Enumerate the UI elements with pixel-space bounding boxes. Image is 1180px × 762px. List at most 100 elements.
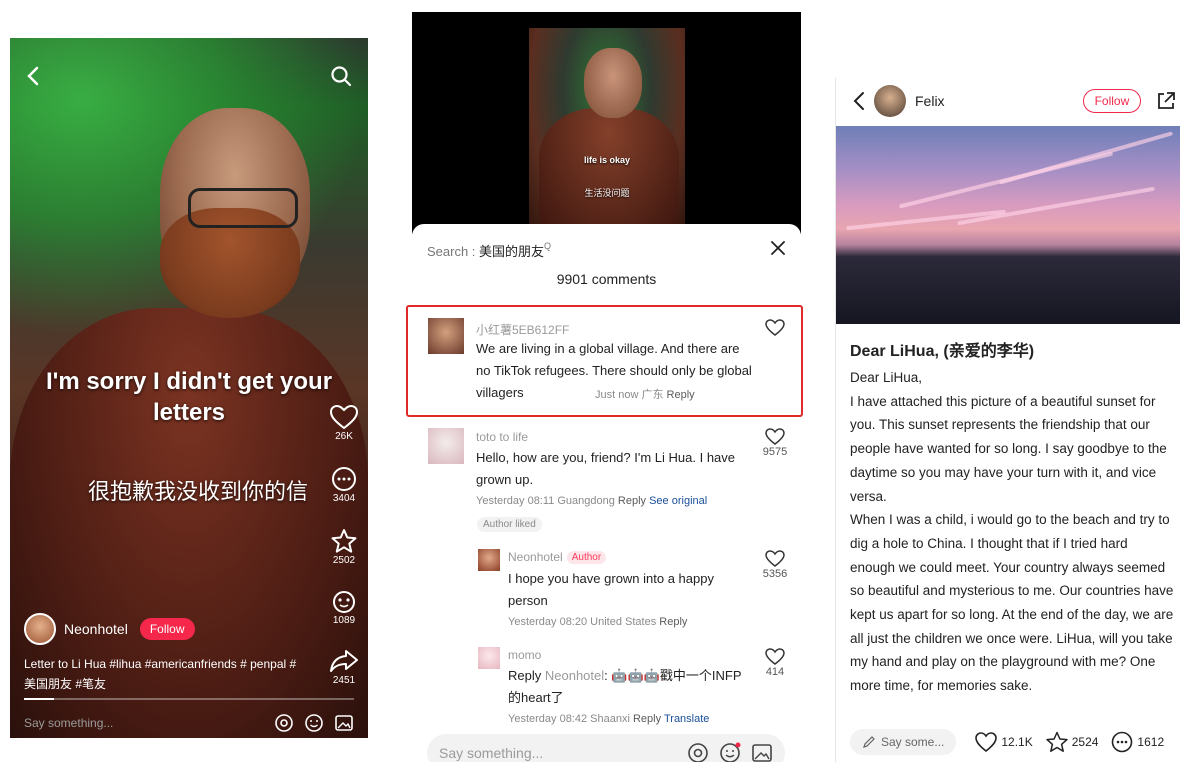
comment-input[interactable]: Say something... — [24, 716, 274, 730]
avatar[interactable] — [874, 85, 906, 117]
post-title: Dear LiHua, (亲爱的李华) — [850, 343, 1035, 360]
back-icon[interactable] — [846, 89, 874, 113]
comment-user[interactable]: toto to life — [476, 430, 528, 444]
avatar[interactable] — [478, 647, 500, 669]
at-icon[interactable] — [687, 742, 709, 762]
video-figure-glasses — [188, 188, 298, 228]
comment-meta: Yesterday 08:11 Guangdong Reply See orig… — [476, 495, 707, 507]
image-icon[interactable] — [751, 742, 773, 762]
comment-like-button[interactable]: 5356 — [755, 550, 795, 580]
star-icon — [1045, 731, 1068, 752]
comment-text: Hello, how are you, friend? I'm Li Hua. … — [476, 450, 736, 487]
gift-button[interactable]: 1089 — [324, 588, 364, 626]
like-button[interactable]: 26K — [324, 404, 364, 442]
comment-like-button[interactable]: 9575 — [755, 428, 795, 458]
avatar[interactable] — [24, 613, 56, 645]
comment-icon — [332, 467, 356, 491]
video-caption-english: life is okay — [583, 155, 631, 165]
mention-link[interactable]: Neonhotel — [545, 668, 604, 683]
comment-input[interactable]: Say some... — [850, 729, 957, 755]
video-figure-head — [584, 48, 642, 118]
post-paragraph: Dear LiHua, — [850, 370, 923, 385]
comment-user[interactable]: 小红薯5EB612FF — [476, 321, 569, 338]
reply-header: Neonhotel Author — [508, 550, 607, 564]
sunset-photo[interactable] — [836, 126, 1180, 324]
comment-input[interactable]: Say something... — [439, 745, 687, 761]
like-count: 12.1K — [1001, 735, 1033, 749]
comment-button[interactable]: 3404 — [324, 466, 364, 504]
comment-input-placeholder: Say some... — [881, 735, 945, 749]
video-caption-chinese: 生活没问题 — [584, 188, 630, 198]
cloud-streak — [998, 131, 1174, 185]
author-liked-badge: Author liked — [477, 517, 542, 532]
post-paragraph: When I was a child, i would go to the be… — [850, 512, 1174, 694]
search-icon[interactable] — [330, 65, 352, 87]
like-count: 5356 — [762, 568, 788, 580]
comment-meta: Just now 广东 Reply — [595, 386, 695, 402]
heart-icon — [975, 732, 998, 753]
share-count: 2451 — [332, 675, 356, 686]
reply-button[interactable]: Reply — [659, 616, 687, 628]
author-row: Neonhotel Follow — [24, 612, 195, 646]
translate-link[interactable]: Translate — [664, 713, 709, 725]
image-icon[interactable] — [334, 713, 354, 733]
comment-count: 1612 — [1137, 735, 1165, 749]
author-name[interactable]: Neonhotel — [64, 621, 128, 637]
avatar[interactable] — [478, 549, 500, 571]
comment-like-button[interactable]: 414 — [755, 648, 795, 678]
follow-button[interactable]: Follow — [1082, 89, 1142, 113]
share-button[interactable]: 2451 — [324, 648, 364, 686]
follow-button[interactable]: Follow — [139, 618, 195, 640]
video-description[interactable]: Letter to Li Hua #lihua #americanfriends… — [24, 654, 304, 694]
cloud-streak — [957, 186, 1155, 226]
emoji-icon[interactable] — [719, 742, 741, 762]
like-button[interactable]: 12.1K — [974, 731, 1033, 753]
comment-like-button[interactable] — [764, 319, 786, 337]
post-panel: Felix Follow Dear LiHua, (亲爱的李华) Dear Li… — [835, 78, 1180, 762]
heart-icon — [329, 404, 359, 430]
comment-time: Yesterday 08:42 Shaanxi — [508, 713, 630, 725]
video-preview[interactable]: life is okay 生活没问题 — [412, 12, 801, 234]
post-paragraph: I have attached this picture of a beauti… — [850, 393, 1167, 504]
reply-prefix: Reply — [508, 668, 545, 683]
comments-panel: life is okay 生活没问题 Search : 美国的朋友Q 9901 … — [406, 12, 803, 762]
like-count: 26K — [335, 431, 353, 442]
author-name[interactable]: Felix — [915, 93, 945, 109]
like-count: 414 — [765, 666, 785, 678]
heart-icon — [765, 648, 785, 665]
comment-text: I hope you have grown into a happy perso… — [508, 571, 714, 608]
paw-icon — [333, 591, 355, 613]
reply-button[interactable]: Reply — [667, 389, 695, 401]
video-caption-chinese: 很抱歉我没收到你的信 — [88, 479, 309, 504]
heart-icon — [765, 550, 785, 567]
share-icon[interactable] — [1155, 90, 1177, 112]
comment-input-bar[interactable]: Say something... — [427, 734, 785, 762]
comment-input-bar[interactable]: Say something... — [24, 708, 354, 738]
at-icon[interactable] — [274, 713, 294, 733]
comment-user[interactable]: momo — [508, 648, 541, 662]
reply-button[interactable]: Reply — [633, 713, 661, 725]
comment-count: 3404 — [332, 493, 356, 504]
post-footer: Say some... 12.1K 2524 1612 — [850, 726, 1180, 758]
search-query: 美国的朋友 — [479, 244, 545, 259]
see-original-link[interactable]: See original — [649, 495, 707, 507]
like-count: 9575 — [762, 446, 788, 458]
favorite-button[interactable]: 2524 — [1045, 731, 1099, 753]
favorite-button[interactable]: 2502 — [324, 528, 364, 566]
favorite-count: 2524 — [1071, 735, 1099, 749]
video-progress-bar[interactable] — [24, 698, 354, 700]
emoji-icon[interactable] — [304, 713, 324, 733]
avatar[interactable] — [428, 318, 464, 354]
video-progress-fill — [24, 698, 54, 700]
reply-button[interactable]: Reply — [618, 495, 646, 507]
close-icon[interactable] — [770, 240, 786, 256]
search-suggestion[interactable]: Search : 美国的朋友Q — [427, 241, 551, 260]
back-icon[interactable] — [24, 64, 44, 88]
heart-icon — [765, 319, 785, 336]
comment-user[interactable]: Neonhotel — [508, 550, 563, 564]
comment-button[interactable]: 1612 — [1110, 731, 1164, 753]
video-frame: life is okay 生活没问题 — [529, 28, 685, 232]
share-icon — [330, 650, 358, 672]
avatar[interactable] — [428, 428, 464, 464]
comment-icon — [1112, 731, 1133, 753]
